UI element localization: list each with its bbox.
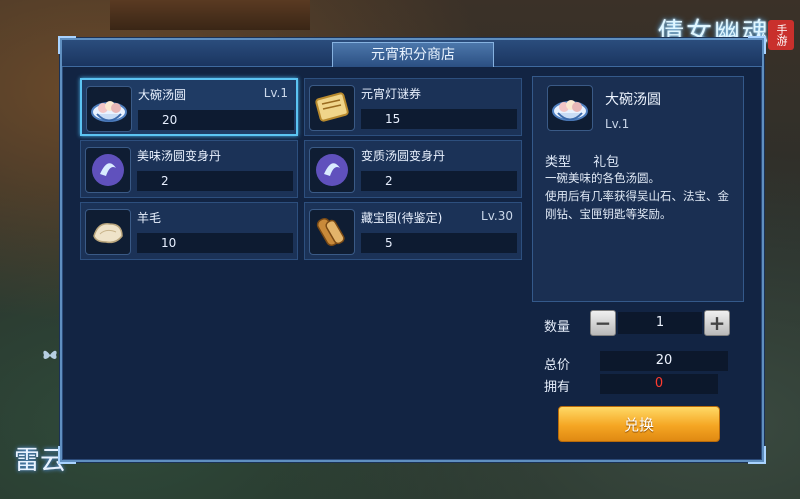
shop-item-2[interactable]: 元宵灯谜券 15	[304, 78, 522, 136]
detail-item-level: Lv.1	[605, 117, 630, 131]
quantity-label: 数量	[544, 320, 571, 335]
quantity-decrease-button[interactable]: −	[590, 310, 616, 336]
panel-corner	[58, 446, 76, 464]
detail-item-name: 大碗汤圆	[605, 92, 661, 108]
item-price: 2	[361, 171, 517, 191]
owned-value: 0	[600, 374, 718, 394]
shop-item-5[interactable]: 羊毛 10	[80, 202, 298, 260]
quantity-increase-button[interactable]: +	[704, 310, 730, 336]
title-bar: 元宵积分商店	[62, 40, 762, 67]
detail-description: 一碗美味的各色汤圆。 使用后有几率获得吴山石、法宝、金刚钻、宝匣钥匙等奖励。	[545, 171, 729, 221]
exchange-button[interactable]: 兑换	[558, 406, 720, 442]
rice-ball-bowl-icon	[547, 85, 593, 131]
rice-ball-bowl-icon	[86, 86, 132, 132]
butterfly-icon	[43, 350, 57, 359]
shop-item-1[interactable]: 大碗汤圆 Lv.1 20	[80, 78, 298, 136]
item-name: 藏宝图(待鉴定)	[361, 211, 443, 225]
background-roof	[110, 0, 310, 30]
wool-icon	[85, 209, 131, 255]
item-detail-panel: 大碗汤圆 Lv.1 类型 礼包 一碗美味的各色汤圆。 使用后有几率获得吴山石、法…	[532, 76, 744, 302]
treasure-map-icon	[309, 209, 355, 255]
shop-item-6[interactable]: 藏宝图(待鉴定) Lv.30 5	[304, 202, 522, 260]
item-name: 变质汤圆变身丹	[361, 149, 446, 163]
shop-panel: 元宵积分商店 大碗汤圆 Lv.1 20 元宵灯谜券 15 美味汤圆变身丹 2 变…	[58, 36, 766, 464]
item-name: 元宵灯谜券	[361, 87, 422, 101]
item-price: 10	[137, 233, 293, 253]
detail-type-label: 类型	[545, 155, 572, 170]
game-logo-mobile-badge: 手游	[768, 20, 794, 50]
detail-type-value: 礼包	[593, 155, 620, 170]
transformation-pill-icon	[85, 147, 131, 193]
detail-type-row: 类型 礼包	[545, 151, 619, 170]
shop-title: 元宵积分商店	[332, 42, 494, 67]
owned-label: 拥有	[544, 380, 571, 395]
transformation-pill-icon	[309, 147, 355, 193]
shop-item-3[interactable]: 美味汤圆变身丹 2	[80, 140, 298, 198]
shop-item-4[interactable]: 变质汤圆变身丹 2	[304, 140, 522, 198]
item-price: 15	[361, 109, 517, 129]
item-name: 大碗汤圆	[138, 88, 187, 102]
item-name: 美味汤圆变身丹	[137, 149, 222, 163]
item-price: 5	[361, 233, 517, 253]
total-price-label: 总价	[544, 358, 571, 373]
item-level: Lv.1	[263, 86, 288, 100]
quantity-value[interactable]: 1	[618, 312, 702, 334]
lantern-riddle-ticket-icon	[309, 85, 355, 131]
item-price: 20	[138, 110, 294, 130]
item-name: 羊毛	[137, 211, 162, 225]
panel-corner	[748, 446, 766, 464]
total-price-value: 20	[600, 351, 728, 371]
item-price: 2	[137, 171, 293, 191]
item-level: Lv.30	[481, 209, 513, 223]
